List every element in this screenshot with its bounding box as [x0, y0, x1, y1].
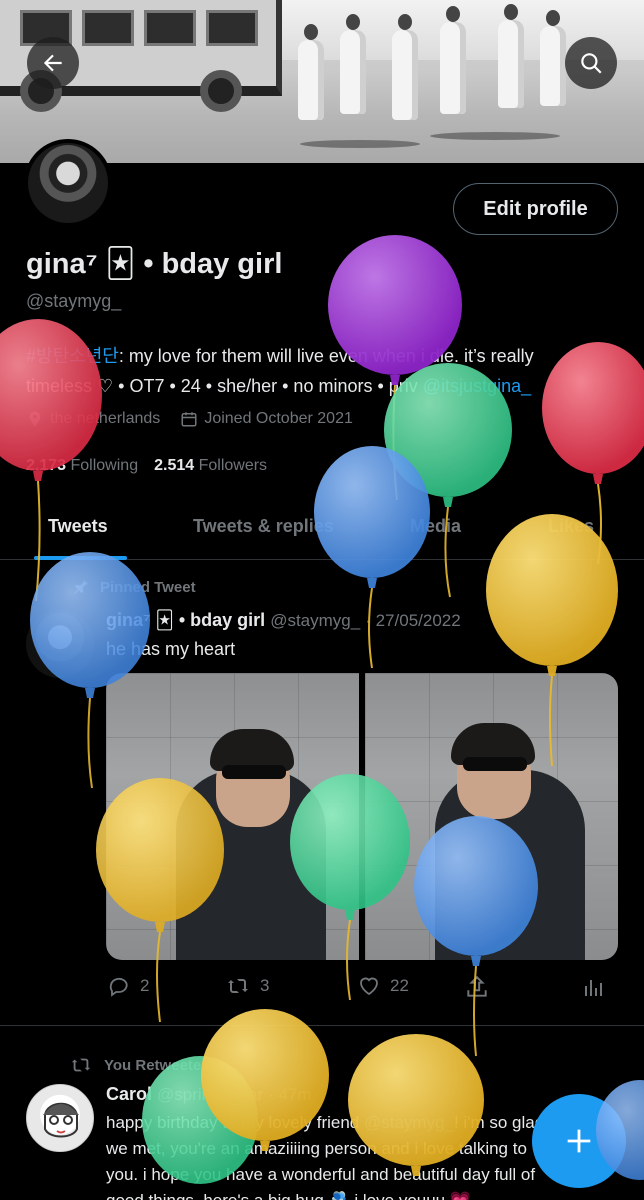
pin-icon [74, 580, 88, 594]
share-button[interactable] [464, 974, 490, 1000]
retweet-author-name[interactable]: Carol [106, 1084, 152, 1104]
bio-mention[interactable]: @itsjustgina_ [423, 376, 531, 396]
following-link[interactable]: 2.173 Following [26, 457, 138, 475]
profile-handle: @staymyg_ [26, 291, 122, 311]
plus-icon [567, 1129, 591, 1153]
tab-tweets[interactable]: Tweets [48, 516, 108, 537]
location-pin-icon [29, 411, 41, 427]
retweet-mention[interactable]: @staymyg_ [364, 1113, 454, 1132]
display-name: gina⁷ 🃏 • bday girl [26, 248, 283, 280]
tweet-actions: 2 3 22 [106, 970, 618, 1004]
retweet-icon [228, 979, 248, 993]
retweet-time: · 47m [268, 1085, 312, 1104]
tweet-photo-2[interactable] [365, 673, 618, 960]
profile-bio: #방탄소년단: my love for them will live even … [26, 341, 626, 401]
tweet-date: · 27/05/2022 [365, 611, 461, 630]
follow-stats: 2.173 Following 2.514 Followers [26, 457, 267, 475]
reply-icon [109, 977, 128, 997]
bio-hashtag[interactable]: #방탄소년단 [26, 346, 119, 366]
pinned-context: Pinned Tweet [72, 578, 196, 596]
tweet-text: he has my heart [106, 639, 236, 659]
calendar-icon [181, 412, 197, 427]
like-button[interactable]: 22 [356, 974, 409, 998]
retweet-button[interactable]: 3 [224, 974, 269, 998]
profile-meta: the netherlands Joined October 2021 [26, 410, 353, 428]
drawn-face-icon [43, 1102, 79, 1138]
analytics-button[interactable] [581, 974, 605, 1000]
followers-link[interactable]: 2.514 Followers [154, 457, 267, 475]
profile-joined-date: Joined October 2021 [204, 410, 353, 427]
retweet-icon [71, 1058, 91, 1072]
heart-icon [360, 977, 378, 996]
retweet-context: You Retweeted [68, 1054, 210, 1076]
tweet-media[interactable] [106, 673, 618, 960]
tweet-photo-1[interactable] [106, 673, 359, 960]
tweet-header: gina⁷ 🃏 • bday girl @staymyg_ · 27/05/20… [106, 610, 461, 631]
search-button[interactable] [565, 37, 617, 89]
retweet-author-avatar[interactable] [26, 1084, 94, 1152]
reply-button[interactable]: 2 [106, 974, 149, 998]
share-icon [467, 975, 487, 997]
tab-tweets-replies[interactable]: Tweets & replies [193, 516, 334, 537]
profile-banner[interactable] [0, 0, 644, 163]
profile-avatar[interactable] [24, 139, 112, 227]
tweet-author-handle: @staymyg_ [270, 611, 361, 630]
compose-tweet-button[interactable] [532, 1094, 626, 1188]
bio-text-line2: timeless ♡ • OT7 • 24 • she/her • no min… [26, 376, 423, 396]
analytics-icon [585, 980, 602, 996]
bio-text-line1: : my love for them will live even when i… [118, 346, 534, 366]
arrow-left-icon [43, 54, 62, 72]
search-icon [581, 53, 602, 74]
tab-likes[interactable]: Likes [548, 516, 594, 537]
tab-media[interactable]: Media [410, 516, 461, 537]
edit-profile-button[interactable]: Edit profile [453, 183, 618, 235]
tweet-author-avatar[interactable] [26, 610, 94, 678]
retweet-header: Carol @springsugar · 47m [106, 1084, 312, 1105]
profile-tabs: Tweets Tweets & replies Media Likes [0, 500, 644, 560]
retweet-author-handle: @springsugar [157, 1085, 264, 1104]
profile-location: the netherlands [50, 410, 161, 427]
back-button[interactable] [27, 37, 79, 89]
tweet-author-name[interactable]: gina⁷ 🃏 • bday girl [106, 610, 265, 630]
